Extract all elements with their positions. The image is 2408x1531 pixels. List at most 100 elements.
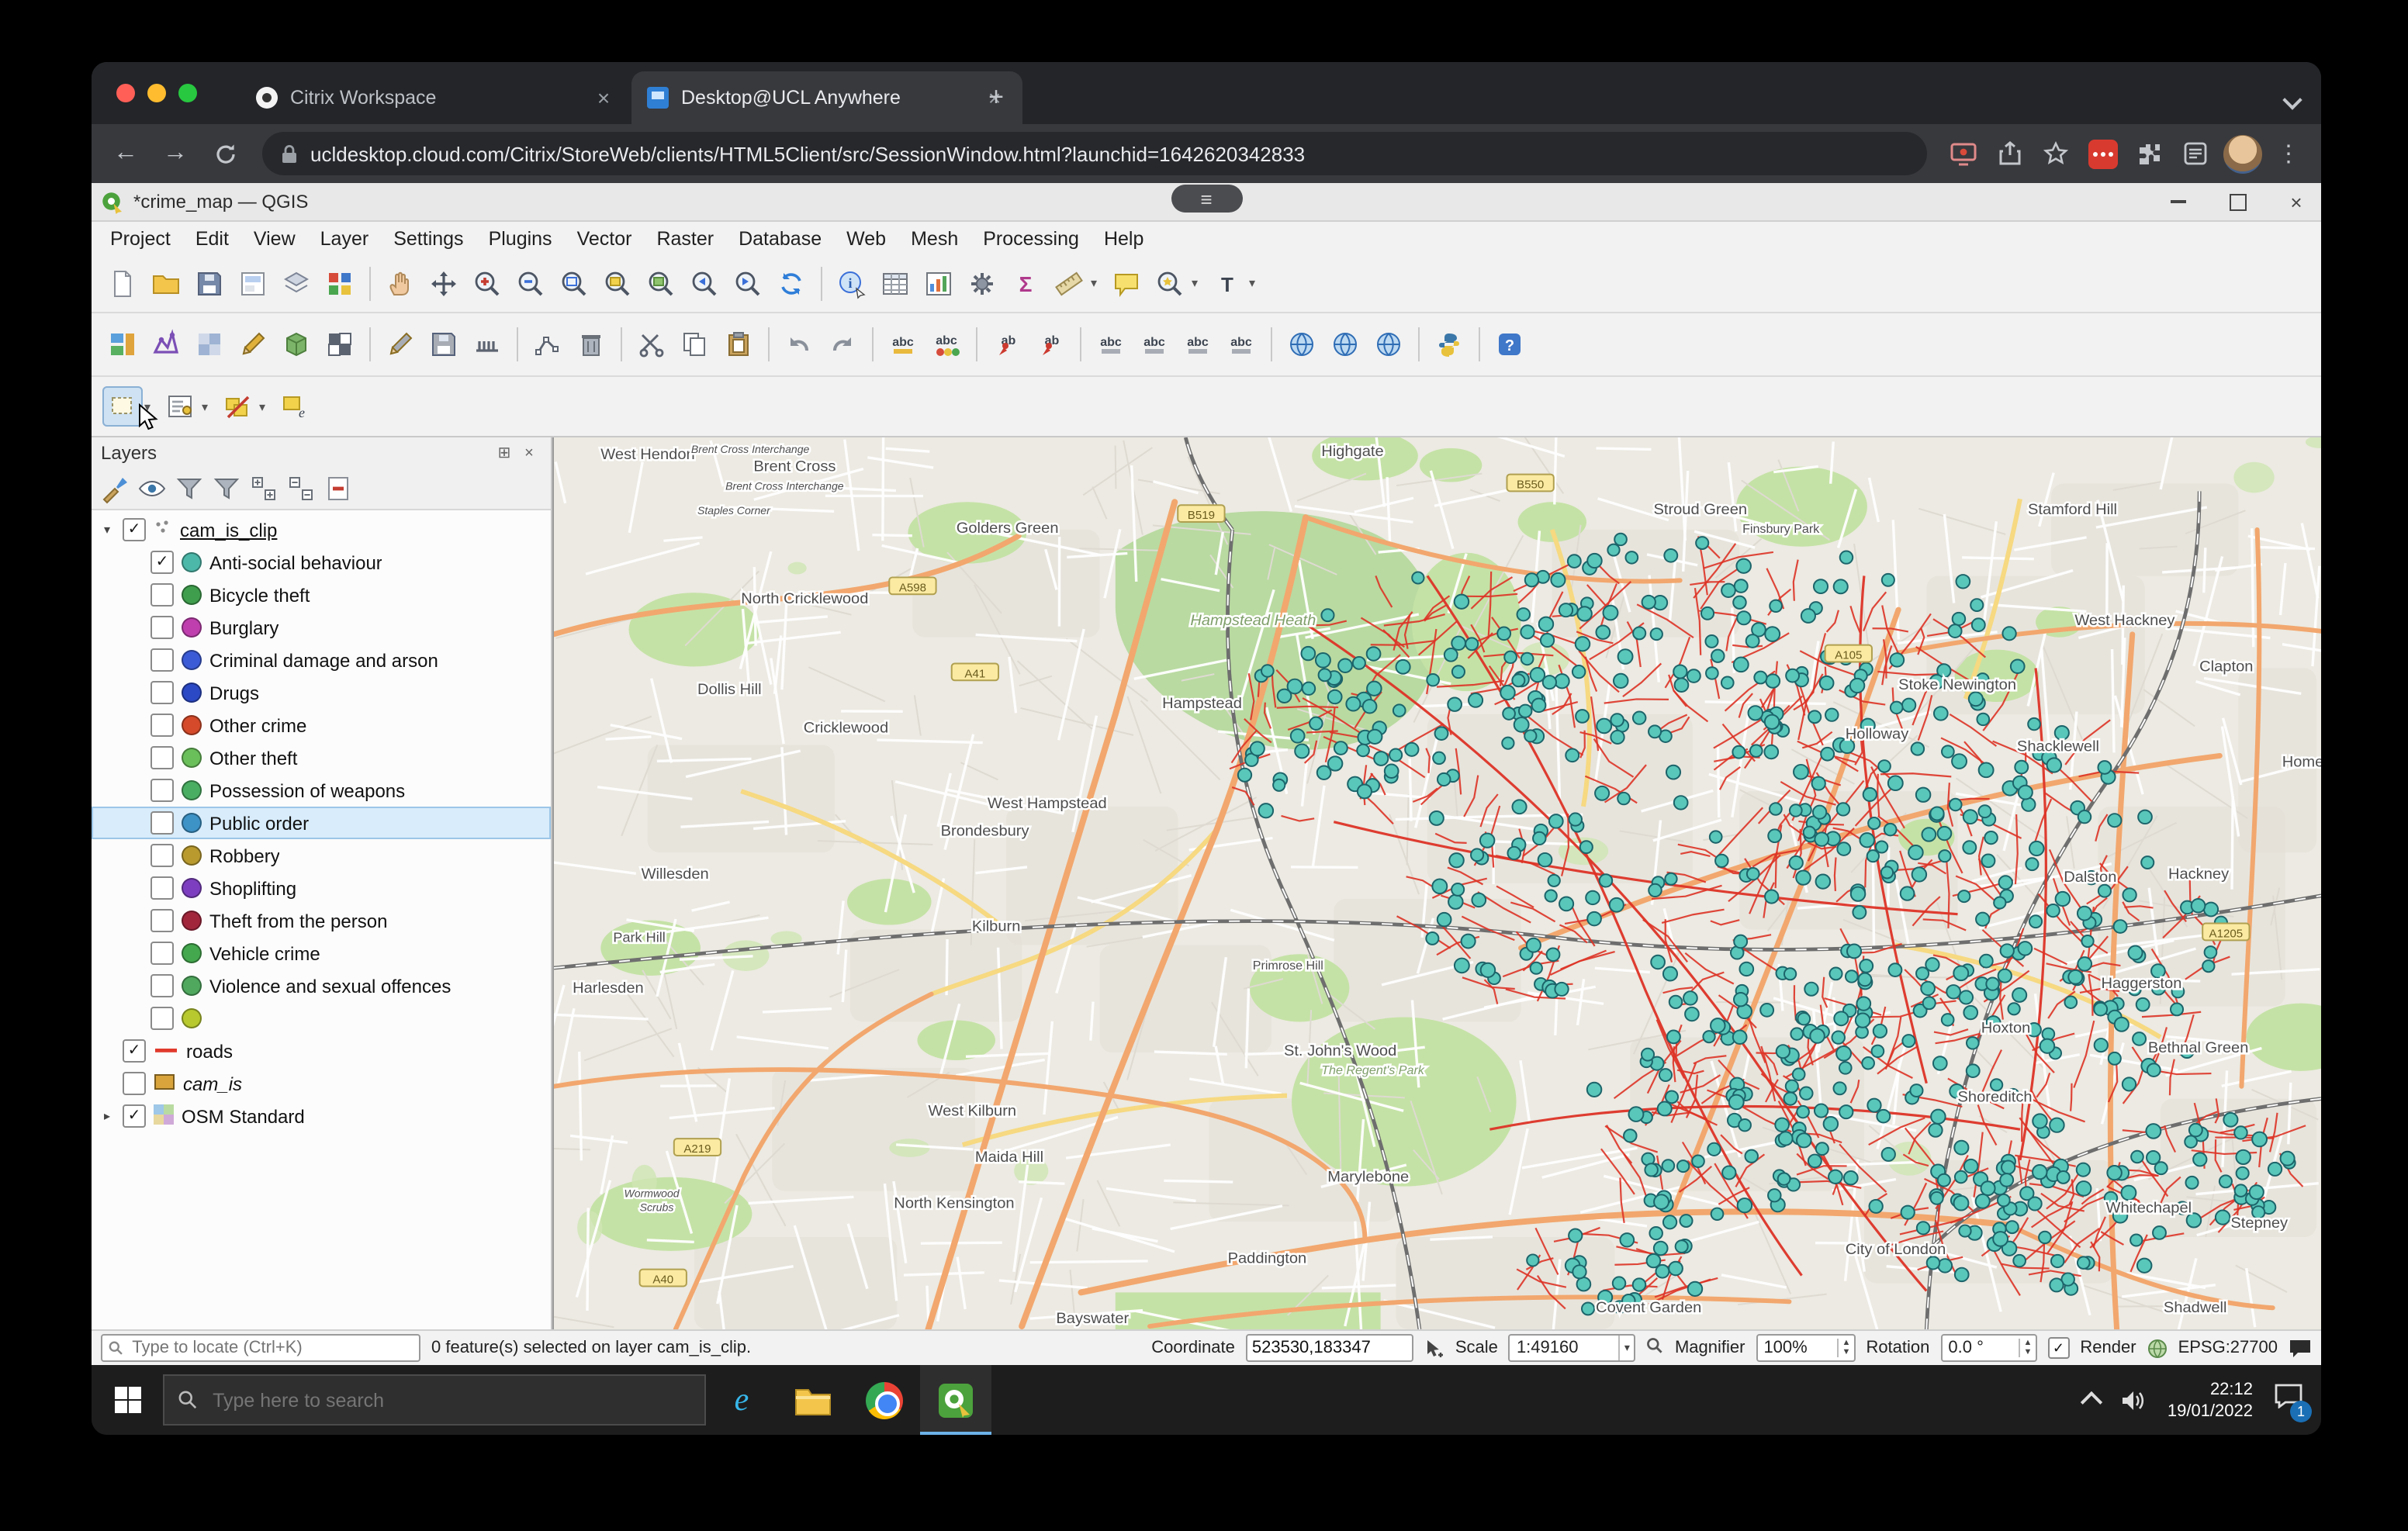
save-layer-edits[interactable] <box>424 324 464 365</box>
menu-processing[interactable]: Processing <box>970 222 1092 254</box>
layer-checkbox[interactable]: ✓ <box>123 1039 146 1063</box>
add-vector-layer[interactable] <box>146 324 186 365</box>
manage-map-themes[interactable] <box>135 472 169 506</box>
layer-checkbox[interactable] <box>150 1007 174 1030</box>
panel-close-icon[interactable]: × <box>517 442 541 464</box>
red-extension-icon[interactable] <box>2082 133 2123 174</box>
volume-icon[interactable] <box>2121 1389 2146 1411</box>
pan-to-selection[interactable] <box>424 263 464 303</box>
notes-extension-icon[interactable] <box>2175 133 2216 174</box>
menu-help[interactable]: Help <box>1092 222 1156 254</box>
layer-checkbox[interactable]: ✓ <box>123 518 146 541</box>
layer-group-row[interactable]: ▾✓cam_is_clip <box>92 513 551 546</box>
log-messages-icon[interactable] <box>2289 1338 2312 1358</box>
legend-class-row[interactable]: Public order <box>92 807 551 839</box>
new-spatial-bookmark[interactable] <box>1150 263 1190 303</box>
save-project[interactable] <box>189 263 230 303</box>
legend-class-row[interactable]: Theft from the person <box>92 904 551 937</box>
paste-features[interactable] <box>718 324 759 365</box>
layer-checkbox[interactable] <box>150 746 174 769</box>
digitize-with-segment[interactable] <box>467 324 507 365</box>
legend-class-row[interactable]: Possession of weapons <box>92 774 551 807</box>
browser-menu-icon[interactable]: ⋮ <box>2268 133 2309 174</box>
zoom-in[interactable] <box>467 263 507 303</box>
layer-checkbox[interactable] <box>150 779 174 802</box>
qgis-minimize-button[interactable] <box>2154 185 2203 219</box>
legend-class-row[interactable] <box>92 1002 551 1035</box>
citrix-toolbar-handle[interactable]: ≡ <box>1171 185 1242 213</box>
layer-row[interactable]: cam_is <box>92 1067 551 1100</box>
remove-layer[interactable] <box>321 472 355 506</box>
refresh-map[interactable] <box>771 263 811 303</box>
text-annotation[interactable]: T <box>1207 263 1247 303</box>
tab-desktop[interactable]: Desktop@UCL Anywhere× <box>631 71 1022 124</box>
magnifier-spin[interactable]: 100% ▲▼ <box>1756 1334 1855 1362</box>
taskbar-file-explorer-icon[interactable] <box>777 1365 849 1435</box>
copy-features[interactable] <box>675 324 715 365</box>
scale-combo[interactable]: 1:49160 ▾ <box>1509 1334 1636 1362</box>
move-label[interactable]: abc <box>1091 324 1131 365</box>
zoom-to-selection[interactable] <box>597 263 638 303</box>
menu-mesh[interactable]: Mesh <box>898 222 970 254</box>
help-contents[interactable]: ? <box>1489 324 1530 365</box>
profile-avatar[interactable] <box>2222 133 2262 174</box>
coordinate-input[interactable] <box>1246 1334 1413 1362</box>
legend-class-row[interactable]: Robbery <box>92 839 551 872</box>
deselect-features-all-layers-dropdown-icon[interactable]: ▾ <box>259 399 273 413</box>
minimize-window-button[interactable] <box>147 84 166 102</box>
notification-center-icon[interactable]: 1 <box>2275 1384 2302 1416</box>
cut-features[interactable] <box>631 324 672 365</box>
expander-icon[interactable]: ▾ <box>99 523 115 537</box>
zoom-last[interactable] <box>684 263 725 303</box>
open-layer-styling-dock[interactable] <box>98 472 132 506</box>
crs-globe-icon[interactable] <box>2147 1338 2168 1358</box>
mouse-position-icon[interactable] <box>1424 1338 1444 1358</box>
tab-close-icon[interactable]: × <box>591 85 616 110</box>
menu-layer[interactable]: Layer <box>308 222 382 254</box>
tray-expand-icon[interactable] <box>2081 1391 2102 1413</box>
render-checkbox[interactable]: ✓ <box>2047 1337 2069 1359</box>
layer-checkbox[interactable] <box>150 714 174 737</box>
bookmark-star-icon[interactable] <box>2036 133 2076 174</box>
taskbar-ie-icon[interactable]: e <box>706 1365 777 1435</box>
taskbar-search-input[interactable] <box>209 1388 690 1412</box>
undo[interactable] <box>779 324 819 365</box>
menu-web[interactable]: Web <box>834 222 898 254</box>
open-attribute-table[interactable] <box>875 263 915 303</box>
label-toolbar-extra[interactable]: abc <box>1221 324 1261 365</box>
locate-input[interactable] <box>129 1337 413 1359</box>
zoom-out[interactable] <box>510 263 551 303</box>
layer-labeling-options[interactable]: abc <box>883 324 923 365</box>
address-bar[interactable]: ucldesktop.cloud.com/Citrix/StoreWeb/cli… <box>262 132 1927 175</box>
taskbar-qgis-icon[interactable] <box>920 1365 991 1435</box>
open-project[interactable] <box>146 263 186 303</box>
layer-diagram-options[interactable]: abc <box>926 324 967 365</box>
vertex-tool[interactable] <box>528 324 568 365</box>
zoom-next[interactable] <box>728 263 768 303</box>
menu-vector[interactable]: Vector <box>565 222 645 254</box>
layer-checkbox[interactable] <box>150 909 174 932</box>
close-window-button[interactable] <box>116 84 135 102</box>
add-raster-layer[interactable] <box>189 324 230 365</box>
layer-checkbox[interactable] <box>150 844 174 867</box>
zoom-to-layer[interactable] <box>641 263 681 303</box>
screen-share-icon[interactable] <box>1943 133 1983 174</box>
python-console[interactable] <box>1429 324 1469 365</box>
layer-row[interactable]: ▸✓OSM Standard <box>92 1100 551 1132</box>
style-manager[interactable] <box>320 263 360 303</box>
qgis-close-button[interactable]: × <box>2271 185 2321 219</box>
new-spatial-bookmark-dropdown-icon[interactable]: ▾ <box>1192 276 1206 290</box>
menu-plugins[interactable]: Plugins <box>476 222 565 254</box>
filter-legend[interactable] <box>172 472 206 506</box>
taskbar-search[interactable] <box>163 1374 706 1426</box>
show-layout-manager[interactable] <box>276 263 317 303</box>
menu-edit[interactable]: Edit <box>183 222 241 254</box>
redo[interactable] <box>822 324 863 365</box>
new-geopackage-layer[interactable] <box>276 324 317 365</box>
new-virtual-layer[interactable] <box>320 324 360 365</box>
delete-selected[interactable] <box>571 324 611 365</box>
layer-checkbox[interactable] <box>150 583 174 607</box>
layer-checkbox[interactable] <box>150 974 174 997</box>
new-project[interactable] <box>102 263 143 303</box>
deselect-features-all-layers[interactable] <box>217 386 258 427</box>
